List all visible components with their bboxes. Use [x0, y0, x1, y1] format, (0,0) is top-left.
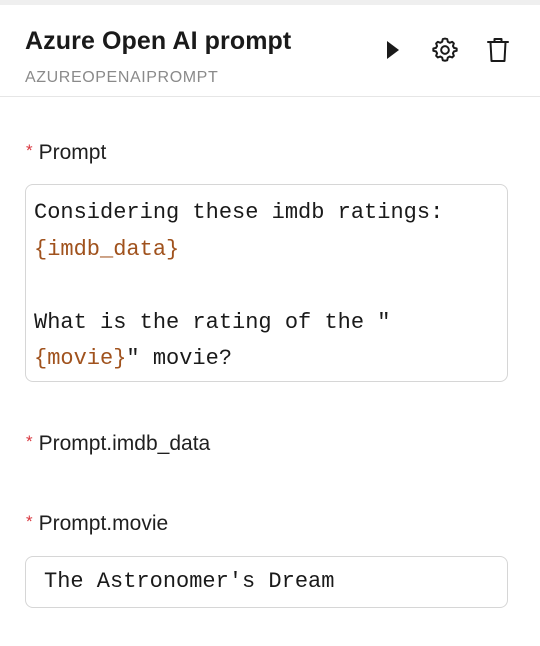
template-variable: {imdb_data} [34, 236, 180, 262]
settings-button[interactable] [428, 33, 462, 67]
trash-icon [486, 37, 510, 63]
prompt-line: What is the rating of the " [34, 309, 391, 335]
node-type-label: AZUREOPENAIPROMPT [25, 69, 219, 86]
delete-button[interactable] [481, 33, 515, 67]
template-variable: {movie} [34, 346, 127, 371]
prompt-text: " movie? [126, 346, 233, 371]
prompt-line: {movie}" movie? [34, 341, 499, 378]
required-indicator: * [26, 141, 33, 160]
prompt-line: {imdb_data} [34, 232, 499, 269]
movie-input[interactable]: The Astronomer's Dream [25, 556, 508, 608]
movie-label-text: Prompt.movie [38, 512, 169, 535]
prompt-line-blank [34, 268, 499, 305]
prompt-line: Considering these imdb ratings: [34, 200, 444, 225]
prompt-field-label: * Prompt [26, 141, 106, 165]
play-icon [385, 40, 401, 60]
movie-field-label: * Prompt.movie [26, 512, 168, 536]
run-button[interactable] [376, 33, 410, 67]
prompt-label-text: Prompt [38, 141, 107, 164]
prompt-editor[interactable]: Considering these imdb ratings: {imdb_dat… [25, 184, 508, 382]
node-title: Azure Open AI prompt [25, 27, 292, 55]
required-indicator: * [26, 432, 33, 451]
node-header: Azure Open AI prompt AZUREOPENAIPROMPT [0, 5, 540, 97]
required-indicator: * [26, 512, 33, 531]
imdb-data-field-label: * Prompt.imdb_data [26, 432, 210, 456]
gear-icon [431, 36, 459, 64]
imdb-data-label-text: Prompt.imdb_data [38, 432, 211, 455]
